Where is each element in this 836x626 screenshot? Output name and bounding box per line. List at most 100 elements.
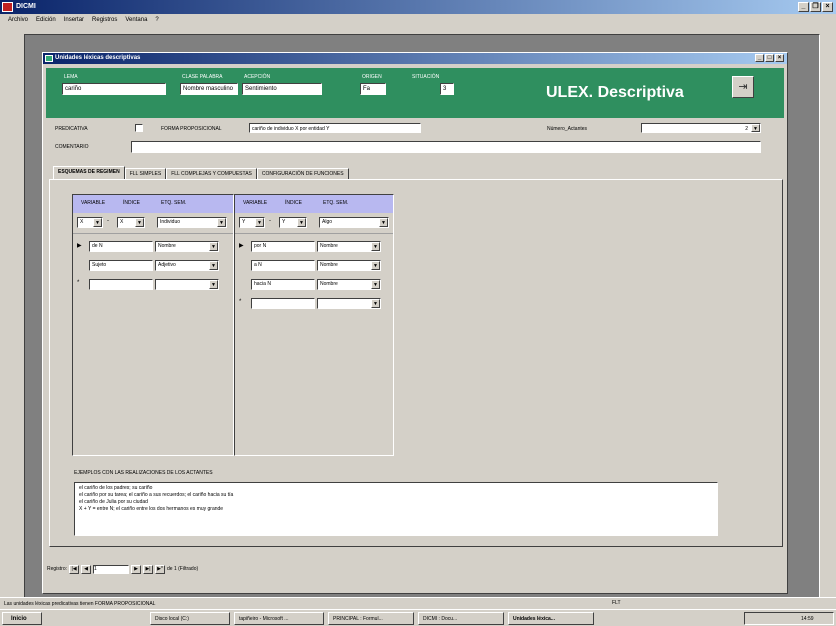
exit-button[interactable]: ⇥: [732, 76, 754, 98]
situacion-field[interactable]: 3: [440, 83, 454, 95]
left-row-new-cat[interactable]: ▼: [155, 279, 219, 290]
dash: -: [107, 218, 109, 224]
right-subform: VARIABLE ÍNDICE ETQ. SEM. Y ▼ - Y ▼ Algo ▼ …: [234, 194, 394, 456]
lema-field[interactable]: cariño: [62, 83, 166, 95]
chevron-down-icon[interactable]: ▼: [93, 218, 102, 227]
menu-ventana[interactable]: Ventana: [125, 17, 147, 28]
chevron-down-icon[interactable]: ▼: [209, 261, 218, 270]
right-row-1-cat[interactable]: Nombre ▼: [317, 241, 381, 252]
form-window-controls: _ □ ×: [755, 54, 784, 62]
start-button[interactable]: Inicio: [2, 612, 42, 625]
taskbar-item[interactable]: tapiñeiro - Microsoft ...: [234, 612, 324, 625]
taskbar-item[interactable]: DICMI : Docu...: [418, 612, 504, 625]
prev-record-icon[interactable]: ◀: [81, 564, 92, 574]
taskbar-item-active[interactable]: Unidades léxica...: [508, 612, 594, 625]
left-row-1-prep[interactable]: de N: [89, 241, 153, 252]
right-row-3-prep[interactable]: hacia N: [251, 279, 315, 290]
left-variable-select[interactable]: X ▼: [77, 217, 103, 228]
example-line: el cariño por su tarea; el cariño a sus …: [79, 492, 234, 498]
record-label: Registro:: [47, 566, 68, 572]
clase-field[interactable]: Nombre masculino: [180, 83, 238, 95]
forma-label: FORMA PROPOSICIONAL: [161, 126, 222, 132]
last-record-icon[interactable]: ▶|: [143, 564, 154, 574]
examples-textbox[interactable]: el cariño de los padres; su cariño el ca…: [74, 482, 718, 536]
chevron-down-icon[interactable]: ▼: [217, 218, 226, 227]
dash: -: [269, 218, 271, 224]
chevron-down-icon[interactable]: ▼: [371, 280, 380, 289]
left-col-indice: ÍNDICE: [123, 200, 140, 206]
form-maximize-icon[interactable]: □: [765, 54, 774, 62]
acepcion-field[interactable]: Sentimiento: [242, 83, 322, 95]
menu-archivo[interactable]: Archivo: [8, 17, 28, 28]
chevron-down-icon[interactable]: ▼: [297, 218, 306, 227]
chevron-down-icon[interactable]: ▼: [255, 218, 264, 227]
right-variable-select[interactable]: Y ▼: [239, 217, 265, 228]
left-row-1-cat[interactable]: Nombre ▼: [155, 241, 219, 252]
chevron-down-icon[interactable]: ▼: [209, 242, 218, 251]
first-record-icon[interactable]: |◀: [69, 564, 80, 574]
predicativa-label: PREDICATIVA: [55, 126, 88, 132]
right-indice-select[interactable]: Y ▼: [279, 217, 307, 228]
numero-actantes-select[interactable]: 2 ▼: [641, 123, 761, 133]
right-row-2-prep[interactable]: a N: [251, 260, 315, 271]
divider: [73, 233, 233, 234]
restore-icon[interactable]: ❐: [810, 2, 821, 12]
right-row-1-prep[interactable]: por N: [251, 241, 315, 252]
forma-field[interactable]: cariño de individuo X por entidad Y: [249, 123, 421, 133]
clase-label: CLASE PALABRA: [182, 74, 223, 80]
left-subform-header: VARIABLE ÍNDICE ETQ. SEM.: [73, 195, 233, 213]
chevron-down-icon[interactable]: ▼: [371, 242, 380, 251]
minimize-icon[interactable]: _: [798, 2, 809, 12]
left-etq-select[interactable]: Individuo ▼: [157, 217, 227, 228]
left-row-new-prep[interactable]: [89, 279, 153, 290]
menu-edicion[interactable]: Edición: [36, 17, 56, 28]
right-col-etq: ETQ. SEM.: [323, 200, 349, 206]
numero-chevron-down-icon[interactable]: ▼: [751, 124, 760, 132]
current-record-field[interactable]: 1: [93, 564, 130, 574]
chevron-down-icon[interactable]: ▼: [371, 299, 380, 308]
right-row-3-cat[interactable]: Nombre ▼: [317, 279, 381, 290]
situacion-label: SITUACIÓN: [412, 74, 440, 80]
tab-esquemas[interactable]: ESQUEMAS DE REGIMEN: [53, 166, 125, 180]
menu-registros[interactable]: Registros: [92, 17, 117, 28]
right-row-2-cat[interactable]: Nombre ▼: [317, 260, 381, 271]
left-row-2-prep[interactable]: Sujeto: [89, 260, 153, 271]
taskbar-item[interactable]: PRINCIPAL : Formul...: [328, 612, 414, 625]
left-col-variable: VARIABLE: [81, 200, 106, 206]
status-text: Las unidades léxicas predicativas tienen…: [4, 601, 156, 607]
left-indice-select[interactable]: X ▼: [117, 217, 145, 228]
form-close-icon[interactable]: ×: [775, 54, 784, 62]
form-minimize-icon[interactable]: _: [755, 54, 764, 62]
status-bar: Las unidades léxicas predicativas tienen…: [0, 597, 836, 609]
row-selector[interactable]: ▶: [239, 242, 245, 249]
lema-label: LEMA: [64, 74, 78, 80]
example-line: el cariño de Julia por su ciudad: [79, 499, 148, 505]
form-icon: [45, 55, 53, 62]
app-icon: [2, 2, 13, 12]
chevron-down-icon[interactable]: ▼: [209, 280, 218, 289]
next-record-icon[interactable]: ▶: [131, 564, 142, 574]
new-row-selector[interactable]: *: [77, 280, 83, 286]
app-title-bar: DICMI _ ❐ ×: [0, 0, 836, 14]
new-record-icon[interactable]: ▶*: [155, 564, 166, 574]
exit-door-icon: ⇥: [738, 81, 748, 93]
menu-insertar[interactable]: Insertar: [64, 17, 84, 28]
row-selector[interactable]: ▶: [77, 242, 83, 249]
right-row-new-prep[interactable]: [251, 298, 315, 309]
origen-field[interactable]: Fa: [360, 83, 386, 95]
left-row-2-cat[interactable]: Adjetivo ▼: [155, 260, 219, 271]
close-icon[interactable]: ×: [822, 2, 833, 12]
right-etq-select[interactable]: Algo ▼: [319, 217, 389, 228]
example-line: X + Y = entre N; el cariño entre los dos…: [79, 506, 224, 512]
menu-help[interactable]: ?: [155, 17, 158, 28]
right-row-new-cat[interactable]: ▼: [317, 298, 381, 309]
form-title-bar: Unidades léxicas descriptivas _ □ ×: [43, 53, 787, 64]
chevron-down-icon[interactable]: ▼: [135, 218, 144, 227]
comentario-field[interactable]: [131, 141, 761, 153]
taskbar-item[interactable]: Disco local (C:): [150, 612, 230, 625]
chevron-down-icon[interactable]: ▼: [379, 218, 388, 227]
chevron-down-icon[interactable]: ▼: [371, 261, 380, 270]
new-row-selector[interactable]: *: [239, 299, 245, 305]
form-window: Unidades léxicas descriptivas _ □ × LEMA…: [42, 52, 788, 594]
predicativa-checkbox[interactable]: [135, 124, 143, 132]
